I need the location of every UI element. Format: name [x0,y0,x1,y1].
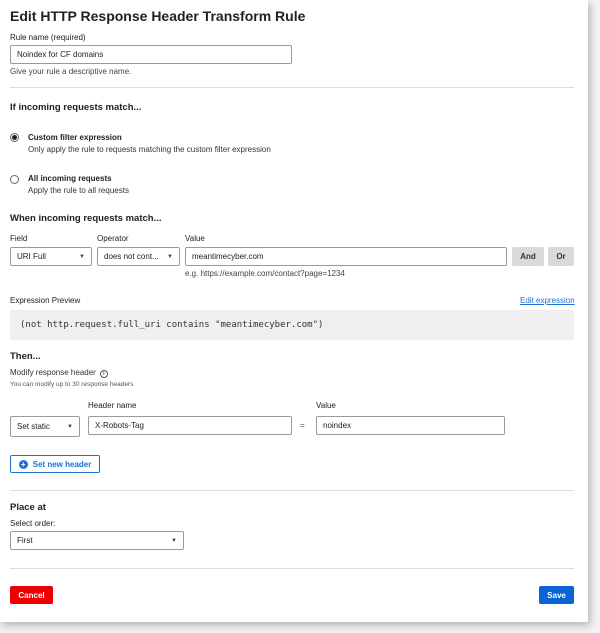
set-new-header-label: Set new header [32,459,92,469]
operator-select[interactable]: does not cont... ▼ [97,247,180,266]
modify-header-help: You can modify up to 30 response headers [10,381,134,388]
radio-all-requests-title: All incoming requests [28,174,112,183]
operator-select-value: does not cont... [104,252,159,261]
rule-name-help: Give your rule a descriptive name. [10,67,132,76]
divider [10,568,574,569]
rule-editor-card: Edit HTTP Response Header Transform Rule… [0,0,588,622]
chevron-down-icon: ▼ [79,253,85,260]
expression-preview-code: (not http.request.full_uri contains "mea… [10,310,574,340]
and-button[interactable]: And [512,247,544,266]
header-name-input[interactable]: X-Robots-Tag [88,416,292,435]
chevron-down-icon: ▼ [171,537,177,544]
radio-custom-filter-title: Custom filter expression [28,133,122,142]
select-order-label: Select order: [10,519,56,528]
order-select-value: First [17,536,33,545]
order-select[interactable]: First ▼ [10,531,184,550]
plus-circle-icon: + [18,459,28,469]
edit-expression-link[interactable]: Edit expression [520,296,575,305]
cancel-button[interactable]: Cancel [10,586,53,604]
header-value-input[interactable]: noindex [316,416,505,435]
radio-custom-filter-desc: Only apply the rule to requests matching… [28,145,271,154]
chevron-down-icon: ▼ [167,253,173,260]
value-label: Value [185,234,205,243]
chevron-down-icon: ▼ [67,423,73,430]
save-button[interactable]: Save [539,586,574,604]
divider [10,87,574,88]
action-select[interactable]: Set static ▼ [10,416,80,437]
field-label: Field [10,234,28,243]
field-select-value: URI Full [17,252,46,261]
divider [10,490,574,491]
header-value-label: Value [316,401,336,410]
field-select[interactable]: URI Full ▼ [10,247,92,266]
modify-header-text: Modify response header [10,368,96,377]
then-heading: Then... [10,351,41,362]
info-icon[interactable]: i [99,370,108,378]
rule-name-label: Rule name (required) [10,33,86,42]
equals-sign: = [300,421,305,430]
action-select-value: Set static [17,422,50,431]
header-name-label: Header name [88,401,137,410]
set-new-header-button[interactable]: + Set new header [10,455,100,473]
when-heading: When incoming requests match... [10,213,162,224]
expression-preview-label: Expression Preview [10,296,81,305]
rule-name-input[interactable]: Noindex for CF domains [10,45,292,64]
page-title: Edit HTTP Response Header Transform Rule [10,8,306,24]
or-button[interactable]: Or [548,247,574,266]
radio-all-requests[interactable] [10,175,19,184]
place-at-heading: Place at [10,502,46,513]
match-heading: If incoming requests match... [10,102,142,113]
radio-all-requests-desc: Apply the rule to all requests [28,186,129,195]
modify-header-label: Modify response header i [10,368,108,378]
value-example: e.g. https://example.com/contact?page=12… [185,269,345,278]
value-input[interactable]: meantimecyber.com [185,247,507,266]
radio-custom-filter[interactable] [10,133,19,142]
operator-label: Operator [97,234,129,243]
